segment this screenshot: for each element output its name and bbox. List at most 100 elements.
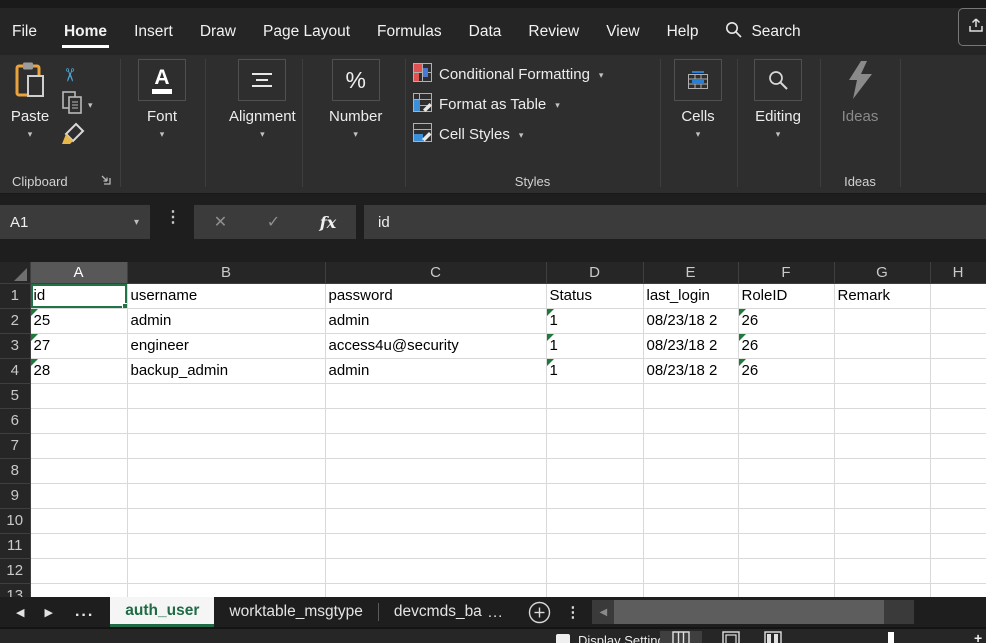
cell[interactable] [834, 358, 930, 383]
cell[interactable] [127, 583, 325, 597]
cell[interactable] [325, 508, 546, 533]
cell[interactable] [930, 408, 986, 433]
normal-view-button[interactable] [660, 631, 702, 643]
cell[interactable] [834, 583, 930, 597]
tab-review[interactable]: Review [528, 8, 579, 55]
tab-insert[interactable]: Insert [134, 8, 173, 55]
alignment-menu-button[interactable]: Alignment ▾ [229, 59, 296, 139]
sheet-nav-left-icon[interactable]: ◀ [16, 597, 24, 627]
column-header-G[interactable]: G [834, 262, 930, 283]
cell[interactable]: admin [127, 308, 325, 333]
column-header-E[interactable]: E [643, 262, 738, 283]
cell[interactable] [643, 508, 738, 533]
column-header-A[interactable]: A [30, 262, 127, 283]
row-header[interactable]: 2 [0, 308, 30, 333]
cell[interactable] [127, 383, 325, 408]
cell[interactable] [325, 408, 546, 433]
cell[interactable] [738, 583, 834, 597]
select-all-corner[interactable] [0, 262, 30, 283]
tab-help[interactable]: Help [667, 8, 699, 55]
format-painter-button[interactable] [62, 123, 116, 147]
cell[interactable]: 1 [546, 308, 643, 333]
new-sheet-icon[interactable] [528, 597, 551, 627]
cell[interactable] [546, 558, 643, 583]
cell[interactable]: username [127, 283, 325, 308]
cell[interactable] [643, 433, 738, 458]
cell[interactable] [643, 383, 738, 408]
cell[interactable] [30, 408, 127, 433]
dialog-launcher-icon[interactable] [100, 173, 111, 188]
cell[interactable] [930, 358, 986, 383]
cell[interactable]: 08/23/18 2 [643, 333, 738, 358]
row-header[interactable]: 11 [0, 533, 30, 558]
tab-page-layout[interactable]: Page Layout [263, 8, 350, 55]
search-box[interactable]: Search [725, 21, 800, 43]
row-header[interactable]: 13 [0, 583, 30, 597]
cell[interactable] [738, 408, 834, 433]
cell[interactable]: 08/23/18 2 [643, 308, 738, 333]
cell[interactable]: 26 [738, 358, 834, 383]
row-header[interactable]: 6 [0, 408, 30, 433]
cell[interactable] [546, 433, 643, 458]
zoom-in-icon[interactable]: + [974, 630, 982, 643]
ideas-button[interactable]: Ideas [836, 59, 884, 125]
cell[interactable] [127, 533, 325, 558]
cell[interactable] [930, 308, 986, 333]
cell[interactable] [127, 558, 325, 583]
tab-formulas[interactable]: Formulas [377, 8, 442, 55]
cell[interactable]: 27 [30, 333, 127, 358]
sheet-menu-dots-icon[interactable]: ⋮ [565, 597, 580, 627]
cell[interactable] [930, 508, 986, 533]
cell[interactable] [30, 583, 127, 597]
scroll-left-icon[interactable]: ◀ [592, 600, 614, 624]
cell[interactable] [546, 583, 643, 597]
cell[interactable] [643, 483, 738, 508]
cell[interactable] [643, 583, 738, 597]
cell[interactable] [738, 483, 834, 508]
cell[interactable] [127, 483, 325, 508]
row-header[interactable]: 10 [0, 508, 30, 533]
cancel-icon[interactable]: ✕ [214, 212, 227, 232]
cell[interactable] [325, 433, 546, 458]
row-header[interactable]: 9 [0, 483, 30, 508]
cell[interactable]: password [325, 283, 546, 308]
editing-menu-button[interactable]: Editing ▾ [754, 59, 802, 139]
cell[interactable]: last_login [643, 283, 738, 308]
tab-data[interactable]: Data [469, 8, 502, 55]
cell[interactable]: 26 [738, 308, 834, 333]
cell[interactable] [930, 483, 986, 508]
cell[interactable] [325, 383, 546, 408]
font-menu-button[interactable]: A Font ▾ [138, 59, 186, 139]
cell[interactable] [834, 308, 930, 333]
cell[interactable] [325, 558, 546, 583]
cell[interactable] [643, 408, 738, 433]
formula-input[interactable]: id [364, 205, 986, 239]
cell[interactable] [546, 508, 643, 533]
tab-home[interactable]: Home [64, 8, 107, 55]
cell[interactable] [834, 383, 930, 408]
selected-cell-A1[interactable]: id [30, 283, 127, 308]
formula-bar-handle-icon[interactable]: ⋮ [165, 207, 181, 227]
insert-function-icon[interactable]: fx [320, 213, 336, 232]
column-header-D[interactable]: D [546, 262, 643, 283]
format-as-table-button[interactable]: Format as Table ▾ [405, 89, 660, 119]
enter-check-icon[interactable]: ✓ [267, 212, 280, 232]
row-header[interactable]: 1 [0, 283, 30, 308]
cell[interactable] [127, 408, 325, 433]
name-box[interactable]: A1 ▾ [0, 205, 150, 239]
cell[interactable]: 26 [738, 333, 834, 358]
cell[interactable]: admin [325, 358, 546, 383]
cell[interactable] [834, 508, 930, 533]
cut-button[interactable]: ✂ [62, 63, 116, 87]
cell[interactable]: Status [546, 283, 643, 308]
cell[interactable]: engineer [127, 333, 325, 358]
cell[interactable]: 08/23/18 2 [643, 358, 738, 383]
cell[interactable] [834, 433, 930, 458]
cell[interactable] [546, 483, 643, 508]
cell[interactable] [738, 458, 834, 483]
conditional-formatting-button[interactable]: Conditional Formatting ▾ [405, 59, 660, 89]
column-header-B[interactable]: B [127, 262, 325, 283]
cell[interactable] [930, 383, 986, 408]
cell[interactable] [643, 458, 738, 483]
cell[interactable] [30, 483, 127, 508]
